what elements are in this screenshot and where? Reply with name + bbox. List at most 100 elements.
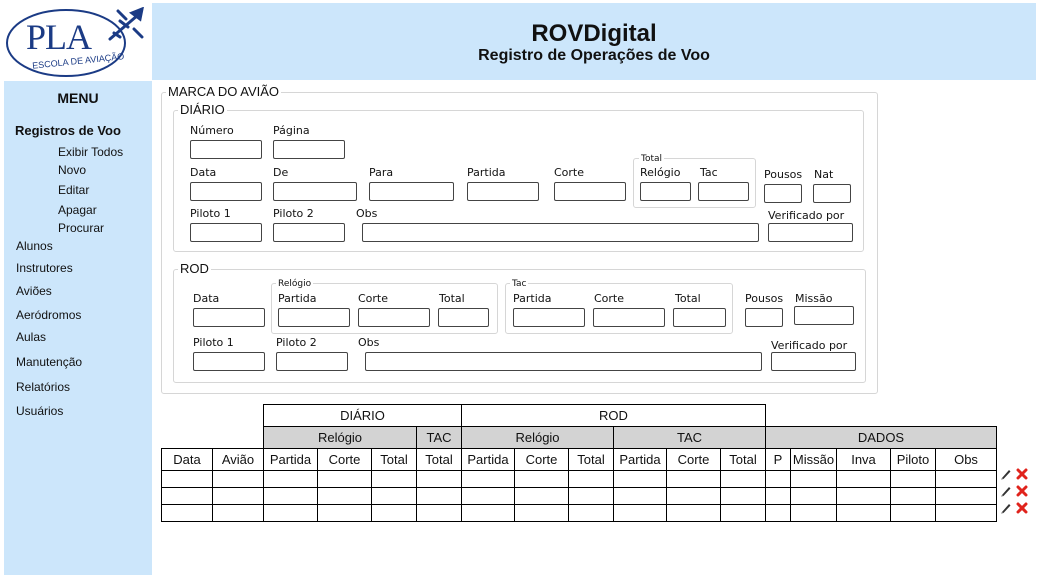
table-cell bbox=[161, 470, 213, 488]
relogio-input[interactable] bbox=[640, 182, 691, 201]
diario-pousos-input[interactable] bbox=[764, 184, 802, 203]
nav-relatorios[interactable]: Relatórios bbox=[16, 380, 70, 394]
nav-alunos[interactable]: Alunos bbox=[16, 239, 53, 253]
table-cell bbox=[666, 470, 721, 488]
table-cell bbox=[765, 470, 791, 488]
pagina-label: Página bbox=[273, 124, 310, 137]
rod-verificado-input[interactable] bbox=[771, 352, 856, 371]
table-subgroup-row: Relógio TAC Relógio TAC DADOS bbox=[162, 426, 997, 449]
rod-corte-input[interactable] bbox=[358, 308, 430, 327]
rod-tac-group-label: Tac bbox=[510, 278, 529, 290]
table-cell bbox=[568, 470, 614, 488]
col-rod-partida: Partida bbox=[461, 448, 515, 471]
rod-piloto1-input[interactable] bbox=[193, 352, 265, 371]
diario-verificado-input[interactable] bbox=[768, 223, 853, 242]
tac-input[interactable] bbox=[698, 182, 749, 201]
table-cell bbox=[790, 487, 837, 505]
table-group-row: DIÁRIO ROD bbox=[162, 404, 997, 427]
sub-dados: DADOS bbox=[765, 426, 997, 449]
para-label: Para bbox=[369, 166, 394, 179]
pencil-icon[interactable] bbox=[1000, 502, 1011, 514]
rod-partida-label: Partida bbox=[278, 292, 317, 305]
app-subtitle: Registro de Operações de Voo bbox=[478, 47, 710, 64]
table-cell bbox=[161, 487, 213, 505]
nav-aerodromos[interactable]: Aeródromos bbox=[16, 308, 81, 322]
menu-title: MENU bbox=[57, 90, 99, 106]
nat-input[interactable] bbox=[813, 184, 851, 203]
col-piloto: Piloto bbox=[890, 448, 936, 471]
table-cell bbox=[514, 470, 569, 488]
nav-exibir-todos[interactable]: Exibir Todos bbox=[58, 145, 123, 159]
table-cell bbox=[317, 470, 372, 488]
diario-piloto1-input[interactable] bbox=[190, 223, 262, 242]
numero-label: Número bbox=[190, 124, 234, 137]
col-diario-partida: Partida bbox=[263, 448, 318, 471]
pencil-icon[interactable] bbox=[1000, 485, 1011, 497]
diario-total-group-label: Total bbox=[639, 153, 665, 165]
group-diario: DIÁRIO bbox=[263, 404, 462, 427]
delete-x-icon[interactable] bbox=[1016, 485, 1028, 497]
nav-registros-de-voo[interactable]: Registros de Voo bbox=[15, 123, 121, 138]
col-rod-total: Total bbox=[568, 448, 614, 471]
col-diario-total: Total bbox=[371, 448, 417, 471]
table-header-row: Data Avião Partida Corte Total Total Par… bbox=[161, 448, 997, 471]
col-tac-total: Total bbox=[720, 448, 766, 471]
table-cell bbox=[514, 487, 569, 505]
table-cell bbox=[935, 504, 997, 522]
table-cell bbox=[416, 504, 462, 522]
nav-procurar[interactable]: Procurar bbox=[58, 221, 104, 235]
nav-apagar[interactable]: Apagar bbox=[58, 203, 97, 217]
nav-avioes[interactable]: Aviões bbox=[16, 284, 52, 298]
rod-pousos-input[interactable] bbox=[745, 308, 783, 327]
row-actions bbox=[999, 483, 1031, 500]
table-cell bbox=[935, 470, 997, 488]
diario-corte-input[interactable] bbox=[554, 182, 626, 201]
de-input[interactable] bbox=[273, 182, 357, 201]
rod-tac-corte-input[interactable] bbox=[593, 308, 665, 327]
diario-data-input[interactable] bbox=[190, 182, 262, 201]
col-missao: Missão bbox=[790, 448, 837, 471]
de-label: De bbox=[273, 166, 289, 179]
diario-piloto2-input[interactable] bbox=[273, 223, 345, 242]
table-cell bbox=[371, 470, 417, 488]
diario-obs-input[interactable] bbox=[362, 223, 759, 242]
diario-partida-label: Partida bbox=[467, 166, 506, 179]
table-row[interactable] bbox=[161, 504, 997, 522]
rod-tac-partida-label: Partida bbox=[513, 292, 552, 305]
nav-editar[interactable]: Editar bbox=[58, 183, 89, 197]
nav-novo[interactable]: Novo bbox=[58, 163, 86, 177]
rod-piloto2-input[interactable] bbox=[276, 352, 348, 371]
numero-input[interactable] bbox=[190, 140, 262, 159]
rod-legend: ROD bbox=[178, 261, 211, 276]
rod-tac-total-label: Total bbox=[675, 292, 701, 305]
para-input[interactable] bbox=[369, 182, 454, 201]
logo: PLA ESCOLA DE AVIAÇÃO bbox=[4, 3, 148, 79]
rod-obs-label: Obs bbox=[358, 336, 380, 349]
pagina-input[interactable] bbox=[273, 140, 345, 159]
rod-relogio-group-label: Relógio bbox=[276, 278, 314, 290]
rod-partida-input[interactable] bbox=[278, 308, 350, 327]
rod-total-input[interactable] bbox=[438, 308, 489, 327]
nav-instrutores[interactable]: Instrutores bbox=[16, 261, 73, 275]
table-row[interactable] bbox=[161, 487, 997, 505]
delete-x-icon[interactable] bbox=[1016, 468, 1028, 480]
table-cell bbox=[890, 470, 936, 488]
nav-manutencao[interactable]: Manutenção bbox=[16, 355, 82, 369]
missao-input[interactable] bbox=[794, 306, 854, 325]
records-table: DIÁRIO ROD Relógio TAC Relógio TAC DADOS… bbox=[161, 404, 997, 522]
rod-tac-total-input[interactable] bbox=[673, 308, 726, 327]
diario-partida-input[interactable] bbox=[467, 182, 539, 201]
rod-piloto1-label: Piloto 1 bbox=[193, 336, 234, 349]
rod-data-input[interactable] bbox=[193, 308, 265, 327]
nav-usuarios[interactable]: Usuários bbox=[16, 404, 63, 418]
rod-piloto2-label: Piloto 2 bbox=[276, 336, 317, 349]
rod-obs-input[interactable] bbox=[365, 352, 762, 371]
pencil-icon[interactable] bbox=[1000, 468, 1011, 480]
logo-text: PLA bbox=[26, 17, 92, 57]
rod-tac-partida-input[interactable] bbox=[513, 308, 585, 327]
delete-x-icon[interactable] bbox=[1016, 502, 1028, 514]
sidebar: MENU Registros de Voo Exibir Todos Novo … bbox=[4, 81, 152, 575]
col-inva: Inva bbox=[836, 448, 891, 471]
table-row[interactable] bbox=[161, 470, 997, 488]
nav-aulas[interactable]: Aulas bbox=[16, 330, 46, 344]
